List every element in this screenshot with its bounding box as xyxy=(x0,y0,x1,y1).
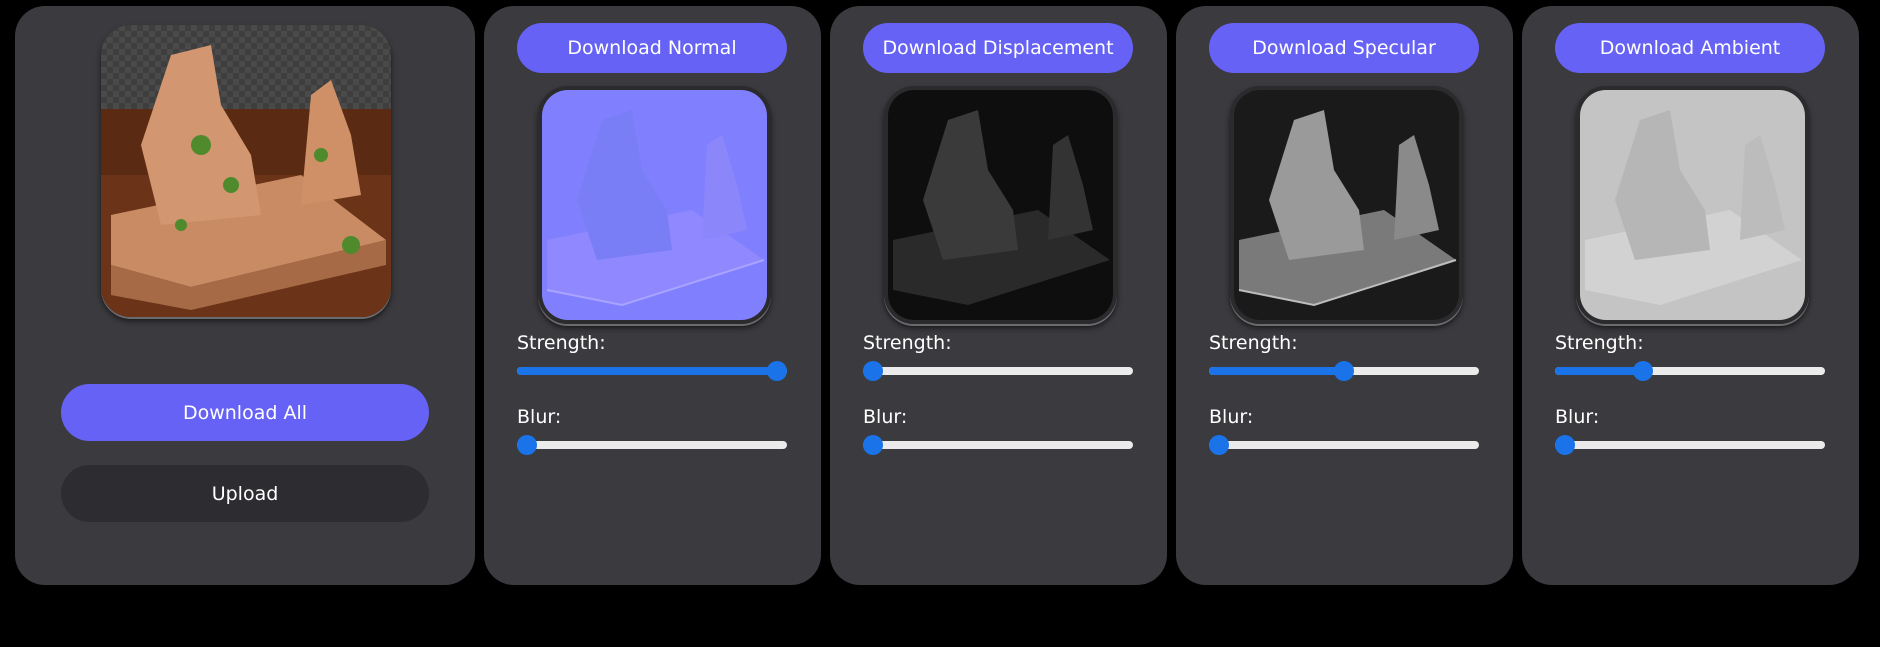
ambient-map-panel: Download Ambient Strength: Blur: xyxy=(1522,6,1859,585)
slider-fill xyxy=(517,367,777,375)
normal-map-preview xyxy=(538,86,771,324)
strength-label: Strength: xyxy=(1209,332,1298,354)
strength-label: Strength: xyxy=(517,332,606,354)
displacement-blur-slider[interactable] xyxy=(863,435,1133,455)
strength-label: Strength: xyxy=(1555,332,1644,354)
slider-handle[interactable] xyxy=(1209,435,1229,455)
blur-label: Blur: xyxy=(517,406,562,428)
slider-track xyxy=(863,441,1133,449)
download-all-button[interactable]: Download All xyxy=(61,384,429,441)
slider-handle[interactable] xyxy=(767,361,787,381)
slider-handle[interactable] xyxy=(1334,361,1354,381)
slider-track xyxy=(1209,441,1479,449)
normal-map-panel: Download Normal Strength: Blur: xyxy=(484,6,821,585)
specular-map-panel: Download Specular Strength: Blur: xyxy=(1176,6,1513,585)
slider-handle[interactable] xyxy=(863,435,883,455)
slider-handle[interactable] xyxy=(1632,361,1653,381)
normal-blur-slider[interactable] xyxy=(517,435,787,455)
upload-button[interactable]: Upload xyxy=(61,465,429,522)
ambient-map-preview xyxy=(1576,86,1809,324)
ambient-strength-slider[interactable] xyxy=(1555,361,1825,381)
specular-blur-slider[interactable] xyxy=(1209,435,1479,455)
slider-handle[interactable] xyxy=(1555,435,1575,455)
blur-label: Blur: xyxy=(1209,406,1254,428)
blur-label: Blur: xyxy=(1555,406,1600,428)
specular-strength-slider[interactable] xyxy=(1209,361,1479,381)
displacement-strength-slider[interactable] xyxy=(863,361,1133,381)
slider-handle[interactable] xyxy=(517,435,537,455)
normal-strength-slider[interactable] xyxy=(517,361,787,381)
displacement-map-panel: Download Displacement Strength: Blur: xyxy=(830,6,1167,585)
slider-handle[interactable] xyxy=(863,361,883,381)
strength-label: Strength: xyxy=(863,332,952,354)
displacement-map-preview xyxy=(884,86,1117,324)
download-displacement-button[interactable]: Download Displacement xyxy=(863,23,1133,73)
download-ambient-button[interactable]: Download Ambient xyxy=(1555,23,1825,73)
source-image xyxy=(101,25,391,317)
blur-label: Blur: xyxy=(863,406,908,428)
slider-track xyxy=(517,441,787,449)
source-panel: Download All Upload xyxy=(15,6,475,585)
download-normal-button[interactable]: Download Normal xyxy=(517,23,787,73)
download-specular-button[interactable]: Download Specular xyxy=(1209,23,1479,73)
slider-track xyxy=(863,367,1133,375)
slider-fill xyxy=(1555,367,1643,375)
specular-map-preview xyxy=(1230,86,1463,324)
slider-fill xyxy=(1209,367,1344,375)
slider-track xyxy=(1555,441,1825,449)
ambient-blur-slider[interactable] xyxy=(1555,435,1825,455)
